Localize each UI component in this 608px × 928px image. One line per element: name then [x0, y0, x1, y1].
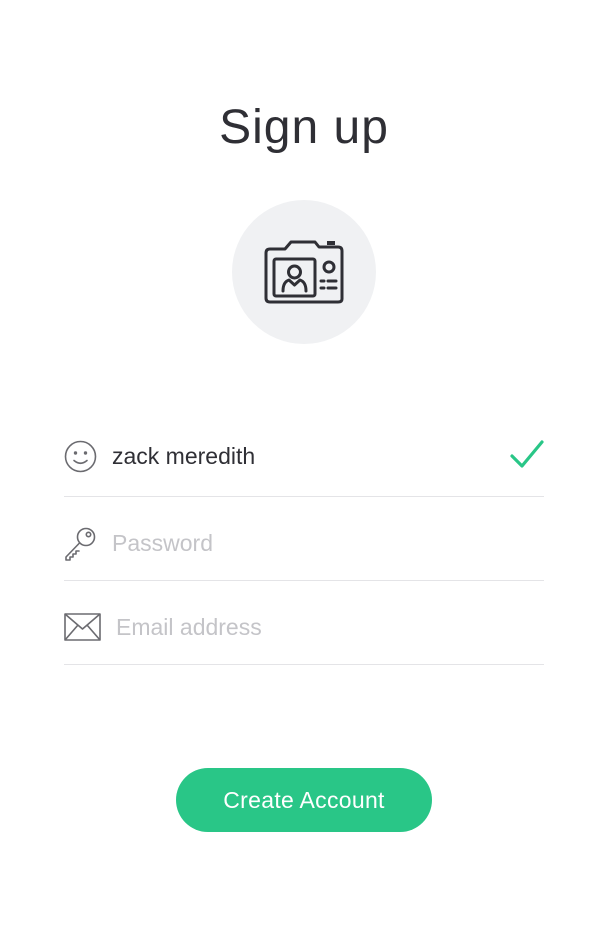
- username-input[interactable]: [112, 438, 492, 474]
- smiley-icon: [64, 440, 97, 473]
- page-title: Sign up: [219, 101, 389, 154]
- avatar-upload[interactable]: [232, 200, 376, 344]
- password-input[interactable]: [112, 525, 532, 561]
- create-account-button[interactable]: Create Account: [176, 768, 432, 832]
- username-field: [64, 420, 544, 497]
- camera-id-icon: [264, 240, 344, 304]
- key-icon: [64, 527, 96, 561]
- email-field: [64, 581, 544, 665]
- password-field: [64, 497, 544, 581]
- checkmark-icon: [510, 438, 544, 472]
- email-input[interactable]: [116, 609, 536, 645]
- envelope-icon: [64, 613, 101, 641]
